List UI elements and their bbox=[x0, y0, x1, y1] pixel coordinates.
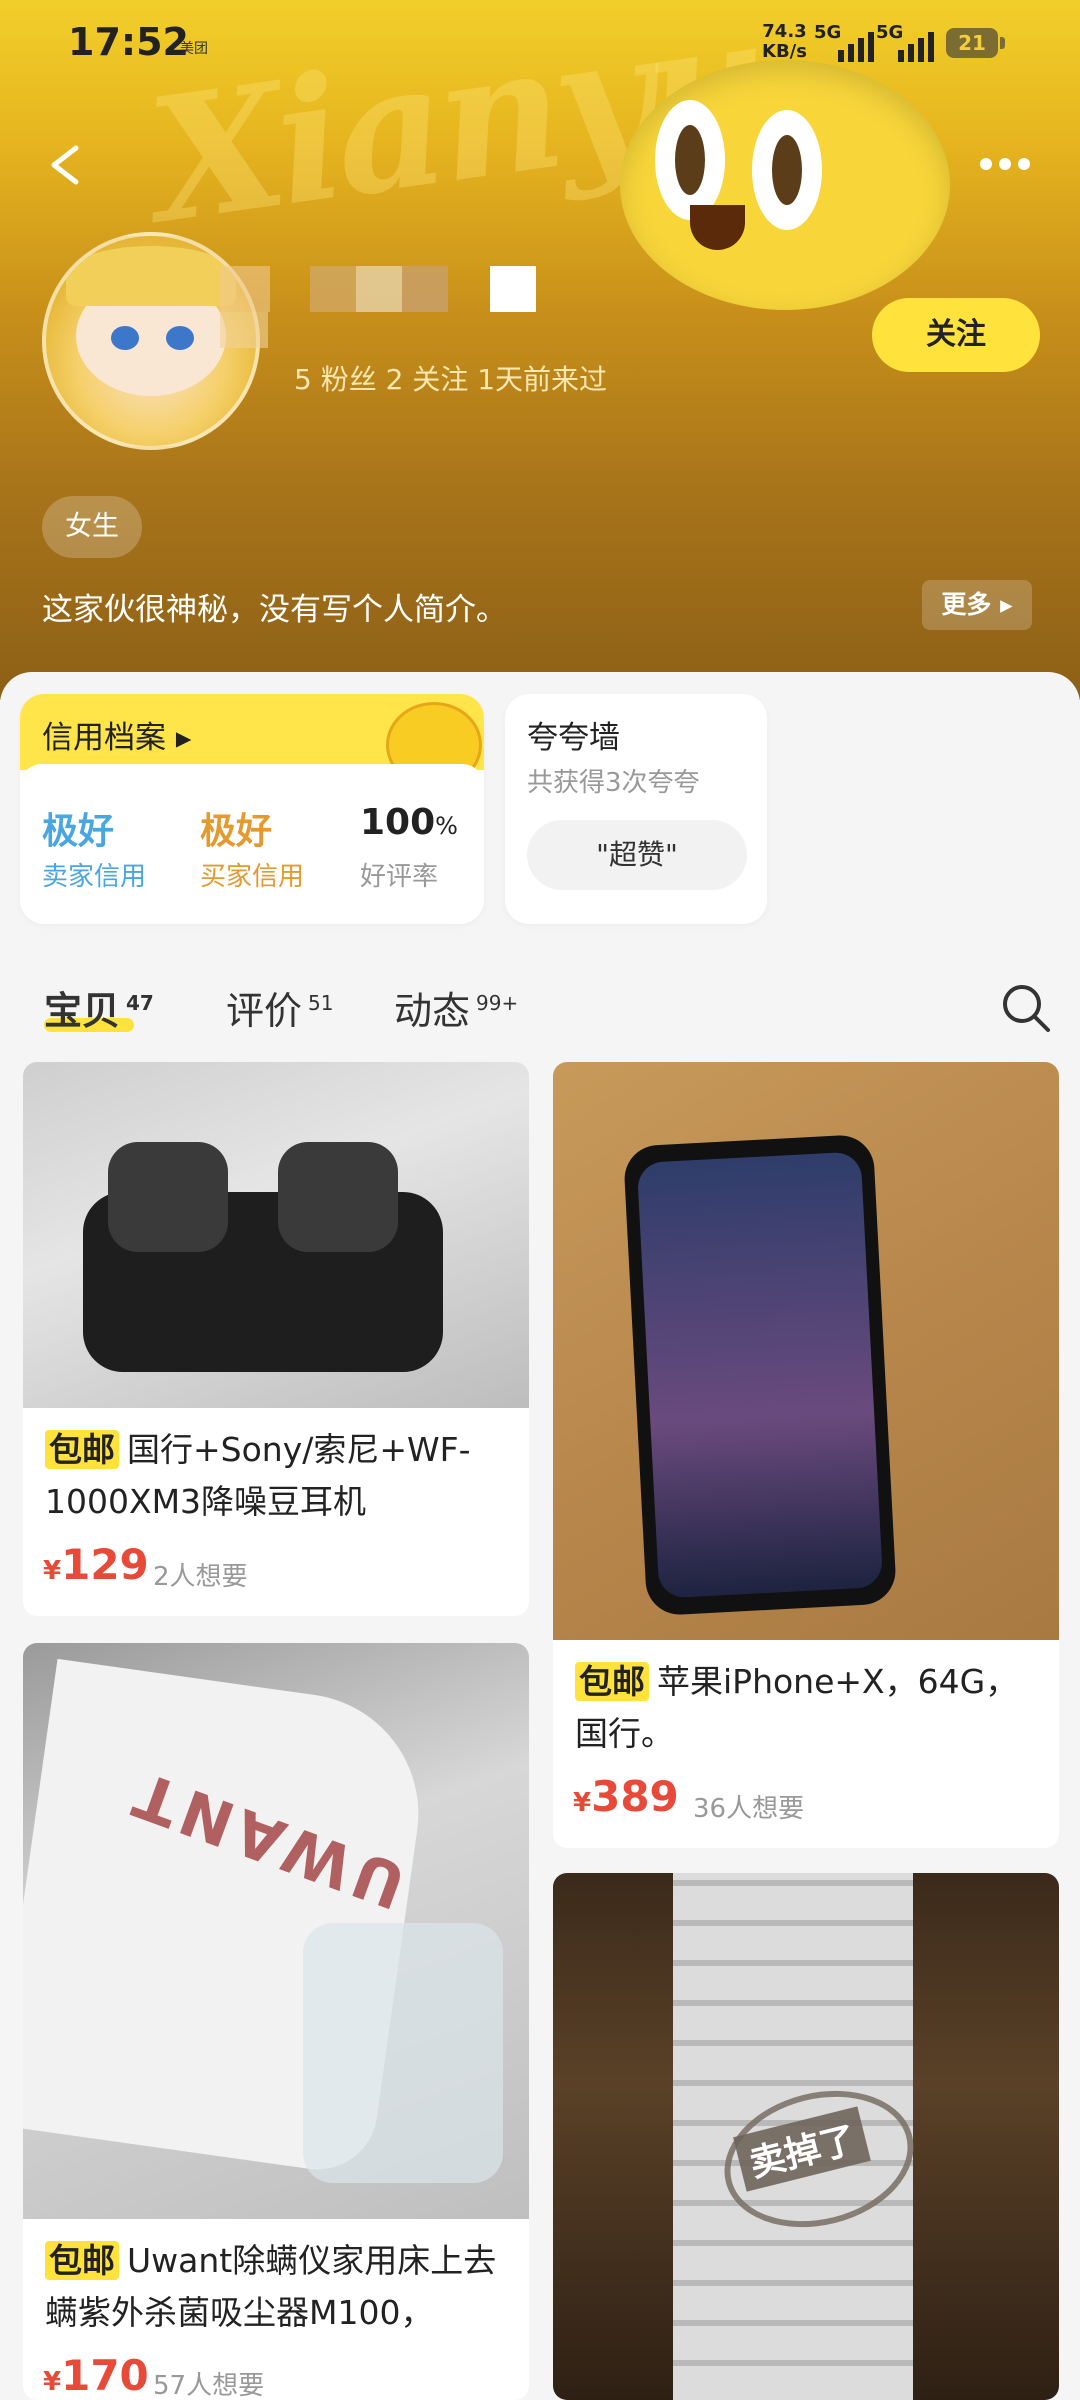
praise-title: 夸夸墙 bbox=[527, 720, 620, 756]
tab-activity[interactable]: 动态 99+ bbox=[394, 980, 518, 1035]
free-shipping-tag: 包邮 bbox=[575, 1662, 649, 1701]
praise-tag: "超赞" bbox=[527, 820, 747, 890]
item-price: ¥389 bbox=[573, 1772, 679, 1821]
praise-subtitle: 共获得3次夸夸 bbox=[527, 768, 700, 798]
buyer-credit-label: 买家信用 bbox=[200, 862, 305, 892]
price-value: 129 bbox=[61, 1540, 149, 1589]
want-count: 57人想要 bbox=[153, 2371, 265, 2400]
network-speed: 74.3 KB/s bbox=[762, 22, 807, 62]
want-count: 36人想要 bbox=[693, 1794, 805, 1824]
username-redacted bbox=[200, 262, 580, 352]
seller-credit-value: 极好 bbox=[42, 811, 115, 852]
signal-icon bbox=[880, 28, 936, 62]
tab-label: 评价 bbox=[226, 989, 303, 1033]
item-price: ¥129 bbox=[43, 1540, 149, 1589]
currency-symbol: ¥ bbox=[573, 1788, 592, 1818]
praise-wall-card[interactable]: 夸夸墙 共获得3次夸夸 "超赞" bbox=[505, 694, 767, 924]
want-count: 2人想要 bbox=[153, 1562, 248, 1592]
item-title: 包邮 Uwant除螨仪家用床上去螨紫外杀菌吸尘器M100， bbox=[45, 2235, 515, 2339]
more-dot-icon bbox=[1018, 158, 1030, 170]
network-speed-unit: KB/s bbox=[762, 41, 807, 62]
bio-more-button[interactable]: 更多 ▸ bbox=[922, 580, 1032, 630]
tab-count: 51 bbox=[308, 991, 334, 1016]
status-time: 17:52 bbox=[68, 20, 189, 64]
rating-label: 好评率 bbox=[360, 862, 439, 892]
network-speed-value: 74.3 bbox=[762, 21, 807, 42]
more-dot-icon bbox=[980, 158, 992, 170]
back-button[interactable] bbox=[40, 130, 100, 200]
profile-bio: 这家伙很神秘，没有写个人简介。 bbox=[42, 592, 507, 628]
item-price: ¥170 bbox=[43, 2351, 149, 2400]
status-app-badge: 美团 bbox=[180, 41, 208, 57]
rating-unit: % bbox=[435, 812, 458, 840]
battery-tip bbox=[1000, 37, 1005, 49]
item-image: UWANT bbox=[23, 1643, 529, 2219]
tab-label: 动态 bbox=[394, 989, 471, 1033]
mascot-eye-icon bbox=[655, 100, 725, 220]
item-card[interactable]: 包邮 苹果iPhone+X，64G，国行。 ¥389 36人想要 bbox=[553, 1062, 1059, 1848]
profile-stats[interactable]: 5 粉丝 2 关注 1天前来过 bbox=[294, 358, 607, 398]
buyer-credit-value: 极好 bbox=[200, 811, 273, 852]
currency-symbol: ¥ bbox=[43, 2367, 62, 2397]
gender-tag: 女生 bbox=[42, 496, 142, 558]
credit-profile-card[interactable]: 信用档案 ▸ 极好 卖家信用 极好 买家信用 100% 好评率 bbox=[20, 694, 484, 924]
tab-count: 99+ bbox=[476, 991, 519, 1016]
item-title: 包邮 苹果iPhone+X，64G，国行。 bbox=[575, 1656, 1045, 1760]
tab-items[interactable]: 宝贝 47 bbox=[44, 980, 154, 1035]
credit-title: 信用档案 ▸ bbox=[42, 720, 192, 756]
tab-label: 宝贝 bbox=[44, 989, 121, 1033]
back-arrow-icon bbox=[51, 145, 79, 185]
seller-credit-label: 卖家信用 bbox=[42, 862, 147, 892]
free-shipping-tag: 包邮 bbox=[45, 1430, 119, 1469]
more-dot-icon bbox=[999, 158, 1011, 170]
battery-icon: 21 bbox=[946, 28, 998, 58]
mascot-eye-icon bbox=[752, 110, 822, 230]
search-icon bbox=[1003, 985, 1050, 1032]
item-card[interactable]: 包邮 国行+Sony/索尼+WF-1000XM3降噪豆耳机 ¥129 2人想要 bbox=[23, 1062, 529, 1616]
item-title: 包邮 国行+Sony/索尼+WF-1000XM3降噪豆耳机 bbox=[45, 1424, 515, 1528]
tab-count: 47 bbox=[126, 991, 154, 1016]
free-shipping-tag: 包邮 bbox=[45, 2241, 119, 2280]
price-value: 389 bbox=[591, 1772, 679, 1821]
tab-reviews[interactable]: 评价 51 bbox=[226, 980, 333, 1035]
search-button[interactable] bbox=[1000, 982, 1052, 1034]
item-image: 卖掉了 bbox=[553, 1873, 1059, 2400]
item-card[interactable]: 卖掉了 bbox=[553, 1873, 1059, 2400]
signal-icon bbox=[820, 28, 876, 62]
item-image bbox=[23, 1062, 529, 1408]
follow-button[interactable]: 关注 bbox=[872, 298, 1040, 372]
more-options-button[interactable] bbox=[970, 145, 1040, 185]
rating-number: 100 bbox=[360, 802, 436, 843]
price-value: 170 bbox=[61, 2351, 149, 2400]
item-card[interactable]: UWANT 包邮 Uwant除螨仪家用床上去螨紫外杀菌吸尘器M100， ¥170 … bbox=[23, 1643, 529, 2400]
item-image bbox=[553, 1062, 1059, 1640]
currency-symbol: ¥ bbox=[43, 1556, 62, 1586]
rating-value: 100% bbox=[360, 802, 458, 843]
